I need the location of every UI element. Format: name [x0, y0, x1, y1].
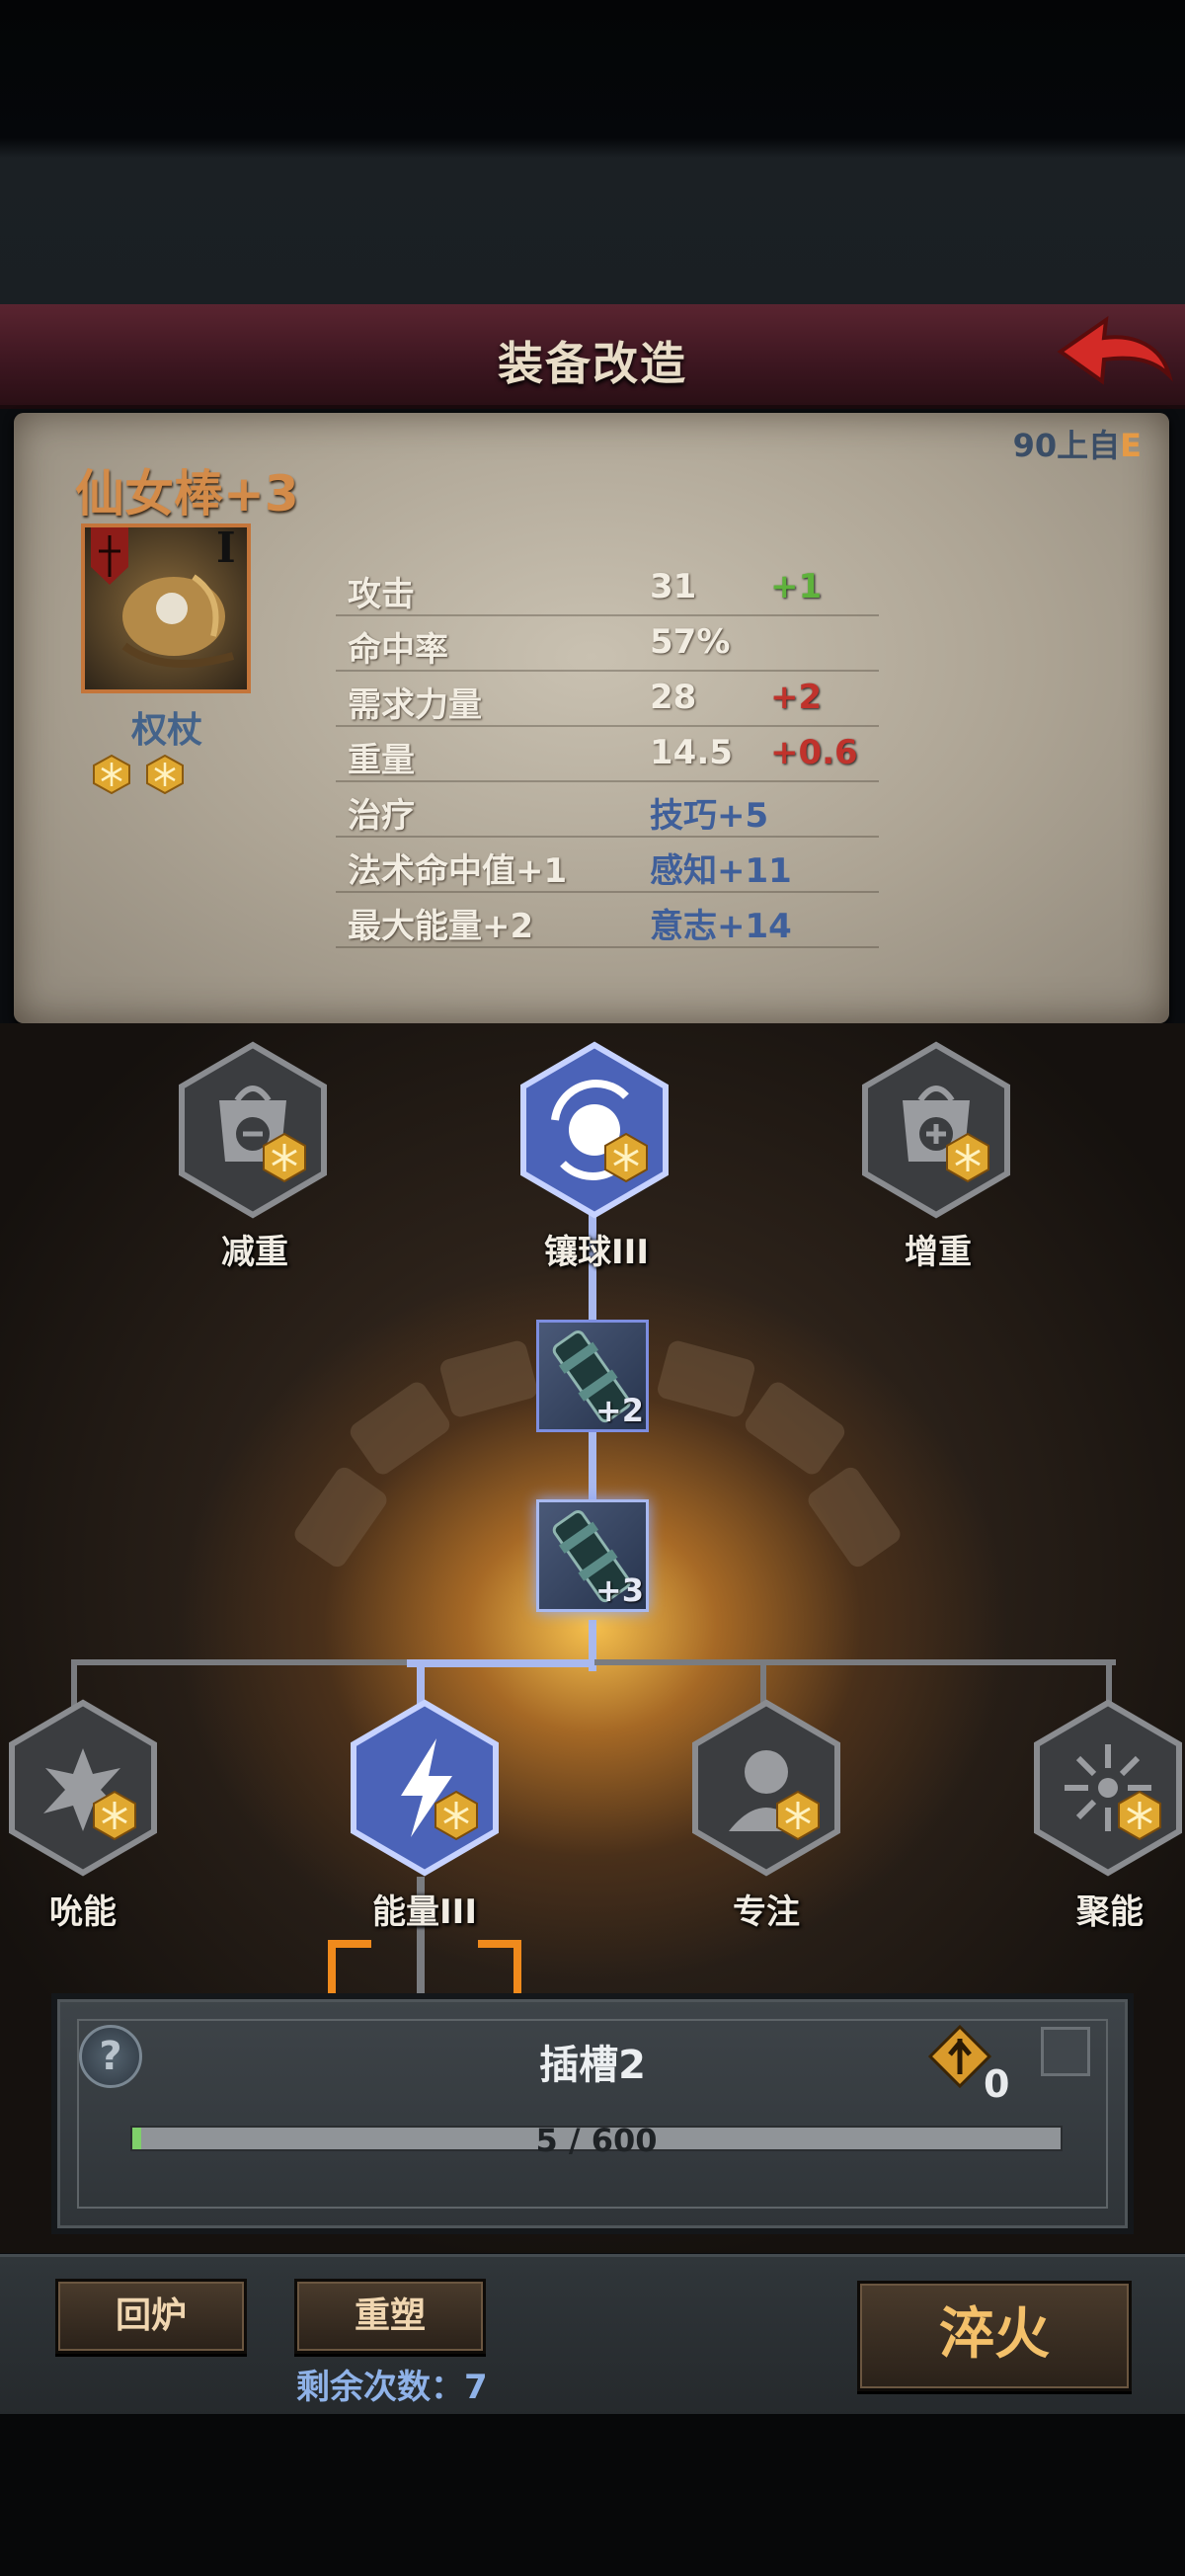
- recycle-button[interactable]: 回炉: [55, 2279, 247, 2354]
- tree-connector: [589, 1432, 596, 1501]
- node-label: 聚能: [1076, 1892, 1144, 1932]
- part-level: +3: [594, 1571, 644, 1609]
- node-gather-energy[interactable]: [1029, 1699, 1185, 1877]
- progress-text: 5 / 600: [535, 2122, 658, 2159]
- stat-name: 重量: [348, 741, 415, 780]
- lightning-icon: [351, 1699, 499, 1877]
- selection-bracket: [328, 1940, 521, 1993]
- node-label: 镶球III: [544, 1233, 649, 1272]
- stat-name: 治疗: [348, 796, 415, 836]
- stat-value: 意志+14: [650, 907, 792, 946]
- stat-value: 31: [650, 567, 697, 606]
- bottom-safe-area: [0, 2414, 1185, 2576]
- stat-name: 法术命中值+1: [348, 851, 568, 891]
- stat-row: 治疗 技巧+5: [336, 780, 879, 838]
- node-drain-energy[interactable]: [4, 1699, 162, 1877]
- weight-plus-icon: [862, 1041, 1010, 1219]
- item-rank-label: I: [216, 523, 236, 572]
- node-label: 减重: [221, 1233, 288, 1272]
- stat-name: 需求力量: [348, 685, 482, 725]
- node-add-weight[interactable]: [857, 1041, 1015, 1219]
- stat-row: 最大能量+2 意志+14: [336, 891, 879, 948]
- burst-icon: [9, 1699, 157, 1877]
- item-name: 仙女棒+3: [75, 465, 299, 523]
- weight-minus-icon: [179, 1041, 327, 1219]
- stat-delta: +1: [770, 567, 823, 606]
- node-label: 专注: [733, 1892, 800, 1932]
- item-info-panel: 90上自E 仙女棒+3 I 权杖 攻击 31 +1 命中率 57% 需求力量 28 +2 重量 1…: [14, 413, 1169, 1023]
- stat-value: 57%: [650, 622, 731, 662]
- action-bar: 回炉 重塑 剩余次数：7 淬火: [0, 2254, 1185, 2417]
- temper-token-icon: [928, 2025, 991, 2088]
- stat-name: 攻击: [348, 575, 415, 614]
- stat-name: 最大能量+2: [348, 907, 534, 946]
- stat-row: 需求力量 28 +2: [336, 670, 879, 727]
- source-text: 90上自: [1012, 427, 1121, 464]
- stat-row: 攻击 31 +1: [336, 559, 879, 616]
- radial-burst-icon: [1034, 1699, 1182, 1877]
- stat-row: 法术命中值+1 感知+11: [336, 836, 879, 893]
- node-focus[interactable]: [687, 1699, 845, 1877]
- back-button[interactable]: [1055, 312, 1173, 399]
- title-bar: 装备改造: [0, 304, 1185, 409]
- progress-bar: 5 / 600: [130, 2122, 1063, 2159]
- node-reduce-weight[interactable]: [174, 1041, 332, 1219]
- tree-active-branch: [407, 1659, 594, 1667]
- gem-slots: [93, 755, 211, 798]
- stat-value: 14.5: [650, 733, 733, 772]
- stat-value: 技巧+5: [650, 796, 769, 836]
- top-status-area: [0, 0, 1185, 306]
- node-energy[interactable]: [346, 1699, 504, 1877]
- stat-value: 28: [650, 678, 697, 717]
- token-count: 0: [984, 2062, 1010, 2106]
- head-silhouette-icon: [692, 1699, 840, 1877]
- item-source-label: 90上自E: [1013, 421, 1142, 466]
- temper-button[interactable]: 淬火: [857, 2281, 1132, 2391]
- node-label: 吮能: [49, 1892, 117, 1932]
- grade-label: E: [1120, 427, 1142, 464]
- part-level: +2: [594, 1392, 644, 1429]
- gem-icon: [146, 755, 184, 794]
- stat-value: 感知+11: [650, 851, 792, 891]
- stat-delta: +0.6: [770, 733, 858, 772]
- orb-swirl-icon: [520, 1041, 669, 1219]
- slot-checkbox[interactable]: [1041, 2027, 1090, 2076]
- stat-row: 重量 14.5 +0.6: [336, 725, 879, 782]
- node-label: 增重: [905, 1233, 972, 1272]
- page-title: 装备改造: [498, 337, 687, 390]
- slot-panel: ? 插槽2 0 5 / 600: [51, 1993, 1134, 2234]
- stat-name: 命中率: [348, 630, 448, 670]
- item-type-label: 权杖: [130, 710, 202, 751]
- gem-icon: [93, 755, 130, 794]
- remaining-count-label: 剩余次数：7: [296, 2368, 488, 2407]
- part-slot-1[interactable]: +2: [536, 1320, 649, 1432]
- red-curved-arrow-icon: [1057, 315, 1173, 385]
- reforge-button[interactable]: 重塑: [294, 2279, 486, 2354]
- node-orb-inlay[interactable]: [515, 1041, 673, 1219]
- node-label: 能量III: [372, 1892, 477, 1932]
- stat-row: 命中率 57%: [336, 614, 879, 672]
- part-slot-2[interactable]: +3: [536, 1499, 649, 1612]
- stat-delta: +2: [770, 678, 823, 717]
